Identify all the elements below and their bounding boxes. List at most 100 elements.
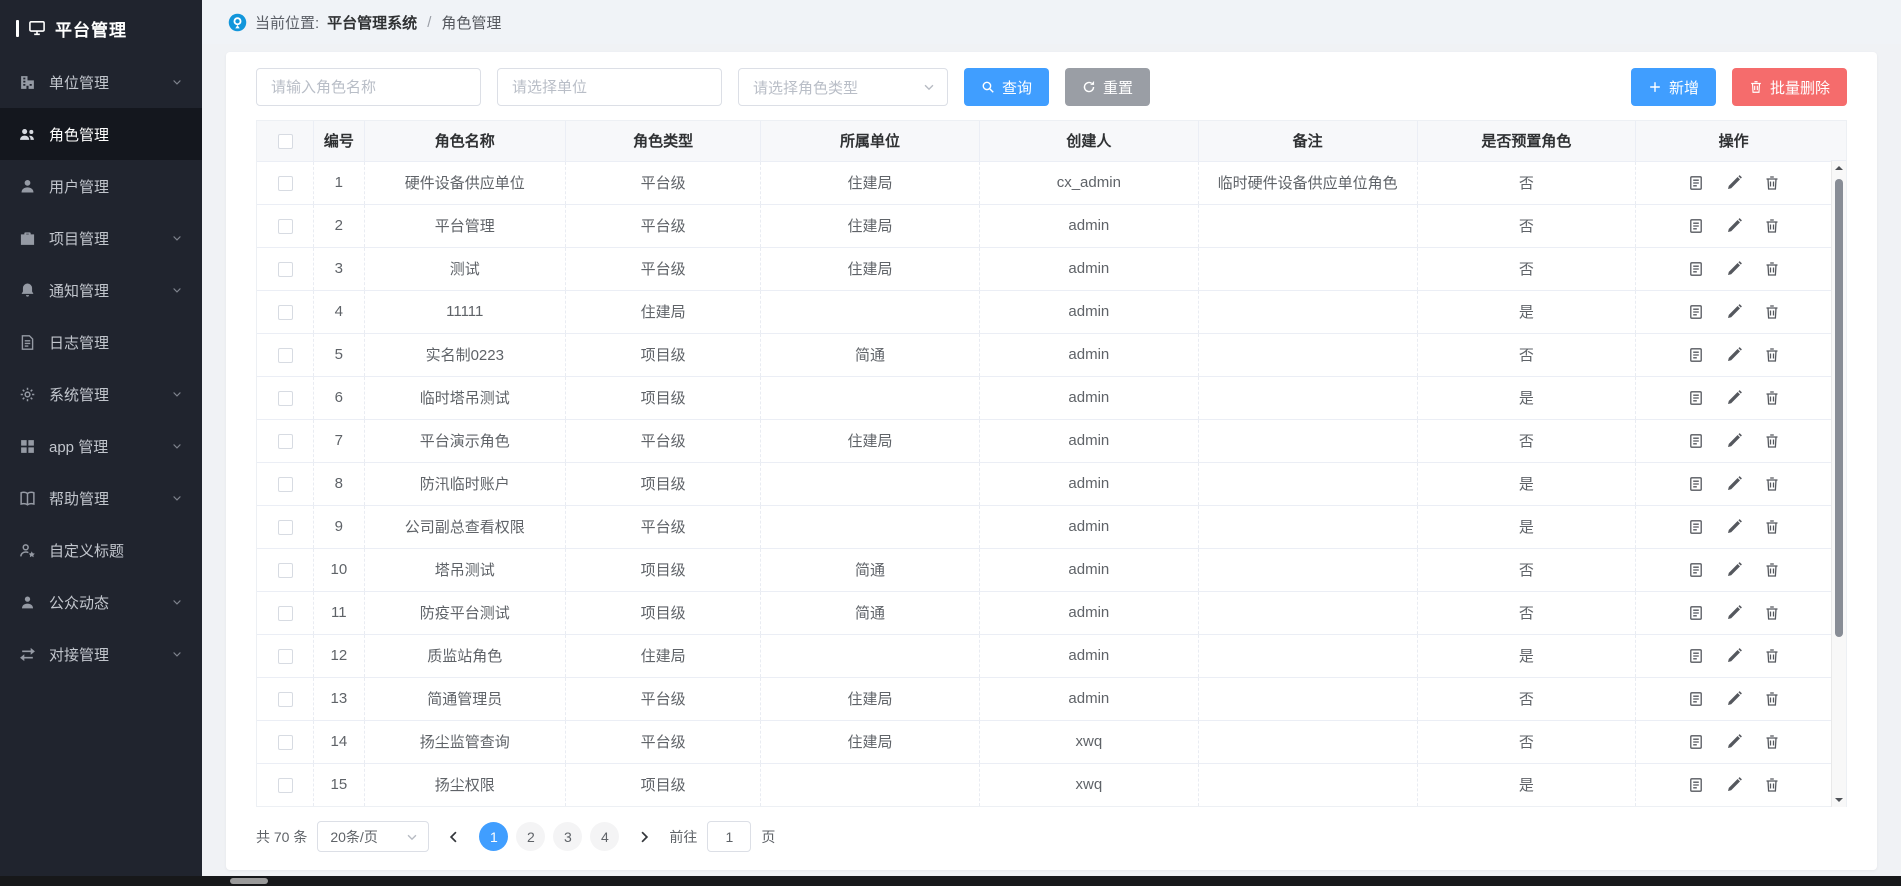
edit-icon[interactable] [1726, 519, 1742, 535]
row-checkbox[interactable] [278, 434, 293, 449]
delete-icon[interactable] [1764, 433, 1780, 449]
sidebar-item-user[interactable]: 用户管理 [0, 160, 202, 212]
page-button-4[interactable]: 4 [590, 822, 619, 851]
view-icon[interactable] [1688, 261, 1704, 277]
delete-icon[interactable] [1764, 777, 1780, 793]
edit-icon[interactable] [1726, 433, 1742, 449]
view-icon[interactable] [1688, 304, 1704, 320]
view-icon[interactable] [1688, 691, 1704, 707]
edit-icon[interactable] [1726, 777, 1742, 793]
view-icon[interactable] [1688, 347, 1704, 363]
row-checkbox[interactable] [278, 176, 293, 191]
edit-icon[interactable] [1726, 390, 1742, 406]
view-icon[interactable] [1688, 648, 1704, 664]
view-icon[interactable] [1688, 433, 1704, 449]
scroll-down-arrow-icon[interactable] [1835, 798, 1843, 802]
view-icon[interactable] [1688, 605, 1704, 621]
goto-page-input[interactable] [707, 821, 751, 852]
add-button[interactable]: 新增 [1631, 68, 1716, 106]
row-checkbox[interactable] [278, 520, 293, 535]
delete-icon[interactable] [1764, 476, 1780, 492]
row-checkbox[interactable] [278, 305, 293, 320]
cell-type: 平台级 [565, 161, 760, 204]
page-size-select[interactable]: 20条/页 [317, 821, 429, 852]
delete-icon[interactable] [1764, 734, 1780, 750]
row-checkbox[interactable] [278, 348, 293, 363]
sidebar-item-system[interactable]: 系统管理 [0, 368, 202, 420]
role-name-input[interactable] [256, 68, 481, 106]
row-checkbox[interactable] [278, 219, 293, 234]
page-button-1[interactable]: 1 [479, 822, 508, 851]
sidebar-item-public[interactable]: 公众动态 [0, 576, 202, 628]
row-checkbox[interactable] [278, 262, 293, 277]
delete-icon[interactable] [1764, 304, 1780, 320]
next-page-button[interactable] [629, 822, 659, 852]
row-checkbox[interactable] [278, 563, 293, 578]
edit-icon[interactable] [1726, 734, 1742, 750]
row-checkbox[interactable] [278, 391, 293, 406]
edit-icon[interactable] [1726, 304, 1742, 320]
header-filler [1831, 121, 1846, 161]
scrollbar-thumb[interactable] [1835, 179, 1843, 637]
sidebar-item-project[interactable]: 项目管理 [0, 212, 202, 264]
edit-icon[interactable] [1726, 648, 1742, 664]
page-button-3[interactable]: 3 [553, 822, 582, 851]
table-scrollbar[interactable] [1831, 161, 1846, 807]
sidebar-item-log[interactable]: 日志管理 [0, 316, 202, 368]
page-button-2[interactable]: 2 [516, 822, 545, 851]
scroll-up-arrow-icon[interactable] [1835, 166, 1843, 170]
delete-icon[interactable] [1764, 648, 1780, 664]
edit-icon[interactable] [1726, 175, 1742, 191]
breadcrumb-root[interactable]: 平台管理系统 [327, 12, 417, 33]
sidebar-item-help[interactable]: 帮助管理 [0, 472, 202, 524]
view-icon[interactable] [1688, 390, 1704, 406]
edit-icon[interactable] [1726, 261, 1742, 277]
edit-icon[interactable] [1726, 218, 1742, 234]
batch-delete-button[interactable]: 批量删除 [1732, 68, 1847, 106]
view-icon[interactable] [1688, 175, 1704, 191]
prev-page-button[interactable] [439, 822, 469, 852]
view-icon[interactable] [1688, 777, 1704, 793]
sidebar-item-app[interactable]: app 管理 [0, 420, 202, 472]
delete-icon[interactable] [1764, 218, 1780, 234]
cell-creator: admin [979, 419, 1198, 462]
view-icon[interactable] [1688, 519, 1704, 535]
edit-icon[interactable] [1726, 562, 1742, 578]
delete-icon[interactable] [1764, 562, 1780, 578]
delete-icon[interactable] [1764, 390, 1780, 406]
cell-preset: 是 [1417, 505, 1636, 548]
delete-icon[interactable] [1764, 347, 1780, 363]
delete-icon[interactable] [1764, 691, 1780, 707]
horizontal-scrollbar-thumb[interactable] [230, 878, 268, 884]
view-icon[interactable] [1688, 562, 1704, 578]
unit-input[interactable] [497, 68, 722, 106]
row-checkbox[interactable] [278, 735, 293, 750]
role-type-select[interactable]: 请选择角色类型 [738, 68, 948, 106]
batch-delete-button-label: 批量删除 [1770, 77, 1830, 98]
edit-icon[interactable] [1726, 347, 1742, 363]
building-icon [19, 74, 36, 91]
row-checkbox[interactable] [278, 692, 293, 707]
view-icon[interactable] [1688, 476, 1704, 492]
row-checkbox[interactable] [278, 606, 293, 621]
view-icon[interactable] [1688, 734, 1704, 750]
view-icon[interactable] [1688, 218, 1704, 234]
row-checkbox[interactable] [278, 477, 293, 492]
sidebar-item-unit[interactable]: 单位管理 [0, 56, 202, 108]
delete-icon[interactable] [1764, 261, 1780, 277]
edit-icon[interactable] [1726, 476, 1742, 492]
search-button[interactable]: 查询 [964, 68, 1049, 106]
select-all-checkbox[interactable] [278, 134, 293, 149]
sidebar-item-role[interactable]: 角色管理 [0, 108, 202, 160]
sidebar-item-integration[interactable]: 对接管理 [0, 628, 202, 680]
sidebar-item-notice[interactable]: 通知管理 [0, 264, 202, 316]
delete-icon[interactable] [1764, 605, 1780, 621]
sidebar-item-custom-title[interactable]: 自定义标题 [0, 524, 202, 576]
edit-icon[interactable] [1726, 691, 1742, 707]
edit-icon[interactable] [1726, 605, 1742, 621]
row-checkbox[interactable] [278, 778, 293, 793]
delete-icon[interactable] [1764, 175, 1780, 191]
reset-button[interactable]: 重置 [1065, 68, 1150, 106]
row-checkbox[interactable] [278, 649, 293, 664]
delete-icon[interactable] [1764, 519, 1780, 535]
